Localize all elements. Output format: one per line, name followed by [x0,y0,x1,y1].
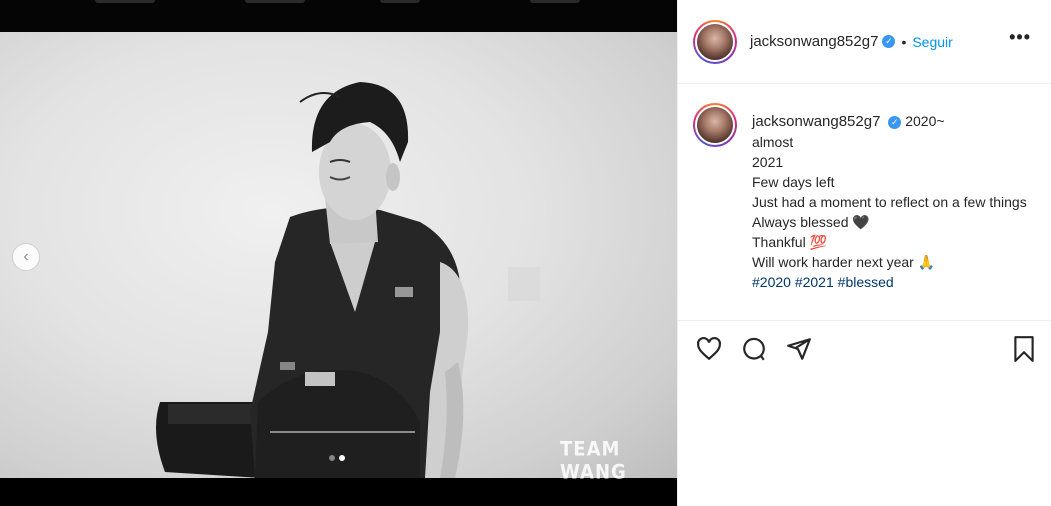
avatar[interactable] [693,19,737,64]
share-button[interactable] [784,334,814,364]
caption-line: Always blessed 🖤 [752,214,870,230]
carousel-dot [329,455,335,461]
chevron-left-icon: ‹ [23,248,29,265]
caption-line: Thankful 💯 [752,234,828,250]
save-button[interactable] [1009,334,1039,364]
action-bar [678,330,1051,368]
watermark-text: TEAM WANG [560,437,627,485]
divider [678,320,1051,321]
verified-badge-icon: ✓ [888,115,902,129]
share-icon [787,338,811,360]
caption: jacksonwang852g7 ✓ 2020~ almost 2021 Few… [693,100,1038,318]
comment-button[interactable] [739,334,769,364]
post-photo[interactable] [0,32,677,478]
bookmark-icon [1014,336,1034,362]
caption-line: Few days left [752,174,835,190]
hashtag-link[interactable]: #2021 [795,274,834,290]
more-icon[interactable]: ••• [1009,28,1031,46]
media-viewer: ‹ TEAM WANG [0,0,677,506]
previous-post-strip [0,0,677,32]
follow-button[interactable]: Seguir [912,34,952,50]
caption-line: 2020~ [905,113,945,129]
caption-avatar[interactable] [693,103,737,147]
hashtag-link[interactable]: #2020 [752,274,791,290]
post-header: jacksonwang852g7 ✓ • Seguir ••• [678,0,1051,84]
previous-photo-button[interactable]: ‹ [12,243,40,271]
caption-line: 2021 [752,154,784,170]
comment-icon [743,337,765,361]
post-panel: jacksonwang852g7 ✓ • Seguir ••• jacksonw… [677,0,1051,506]
verified-badge-icon: ✓ [882,35,896,48]
caption-line: Just had a moment to reflect on a few th… [752,194,1027,210]
hashtag-link[interactable]: #blessed [838,274,894,290]
caption-username[interactable]: jacksonwang852g7 [752,113,880,130]
carousel-dot-active [339,455,345,461]
carousel-indicator [329,455,345,461]
like-button[interactable] [694,334,724,364]
caption-line: Will work harder next year 🙏 [752,254,936,270]
separator: • [901,33,907,50]
caption-text: jacksonwang852g7 ✓ 2020~ almost 2021 Few… [752,111,1042,292]
caption-line: almost [752,134,794,150]
heart-icon [697,336,721,361]
header-username[interactable]: jacksonwang852g7 [750,33,878,50]
